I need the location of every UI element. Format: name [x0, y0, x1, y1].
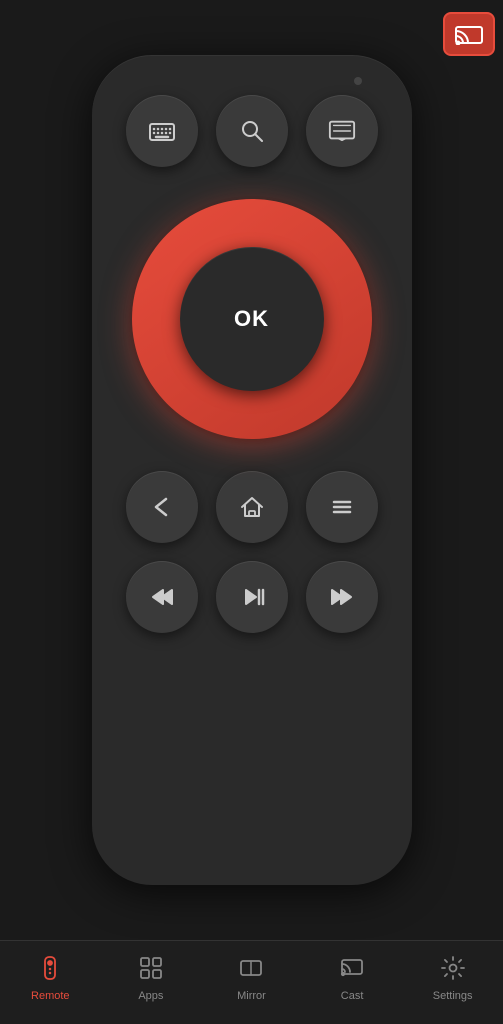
bottom-nav: Remote Apps Mirror — [0, 940, 503, 1024]
nav-item-mirror[interactable]: Mirror — [201, 955, 302, 1010]
nav-item-remote[interactable]: Remote — [0, 955, 101, 1010]
search-button[interactable] — [216, 95, 288, 167]
top-bar — [0, 0, 503, 60]
fast-forward-button[interactable] — [306, 561, 378, 633]
nav-label-remote: Remote — [31, 990, 70, 1002]
fast-forward-icon — [328, 583, 356, 611]
nav-label-cast: Cast — [341, 990, 364, 1002]
media-buttons-row — [126, 561, 378, 633]
cast-nav-icon — [339, 955, 365, 986]
mirror-nav-icon — [238, 955, 264, 986]
ok-button[interactable]: OK — [180, 247, 324, 391]
remote-nav-icon — [37, 955, 63, 986]
rewind-icon — [148, 583, 176, 611]
nav-label-settings: Settings — [433, 990, 473, 1002]
home-button[interactable] — [216, 471, 288, 543]
mid-buttons-row — [126, 471, 378, 543]
keyboard-icon — [148, 117, 176, 145]
remote-body: OK — [92, 55, 412, 885]
nav-label-mirror: Mirror — [237, 990, 266, 1002]
display-button[interactable] — [306, 95, 378, 167]
settings-nav-icon — [440, 955, 466, 986]
keyboard-button[interactable] — [126, 95, 198, 167]
nav-item-settings[interactable]: Settings — [402, 955, 503, 1010]
play-pause-button[interactable] — [216, 561, 288, 633]
back-button[interactable] — [126, 471, 198, 543]
nav-item-cast[interactable]: Cast — [302, 955, 403, 1010]
menu-icon — [328, 493, 356, 521]
home-icon — [238, 493, 266, 521]
nav-item-apps[interactable]: Apps — [101, 955, 202, 1010]
apps-nav-icon — [138, 955, 164, 986]
display-icon — [328, 117, 356, 145]
dpad-container[interactable]: OK — [132, 199, 372, 439]
top-buttons-row — [126, 95, 378, 167]
search-icon — [238, 117, 266, 145]
rewind-button[interactable] — [126, 561, 198, 633]
cast-connect-button[interactable] — [443, 12, 495, 56]
ok-label: OK — [234, 306, 269, 332]
cast-icon — [455, 23, 483, 45]
menu-button[interactable] — [306, 471, 378, 543]
nav-label-apps: Apps — [138, 990, 163, 1002]
remote-led — [354, 77, 362, 85]
back-icon — [148, 493, 176, 521]
play-pause-icon — [238, 583, 266, 611]
